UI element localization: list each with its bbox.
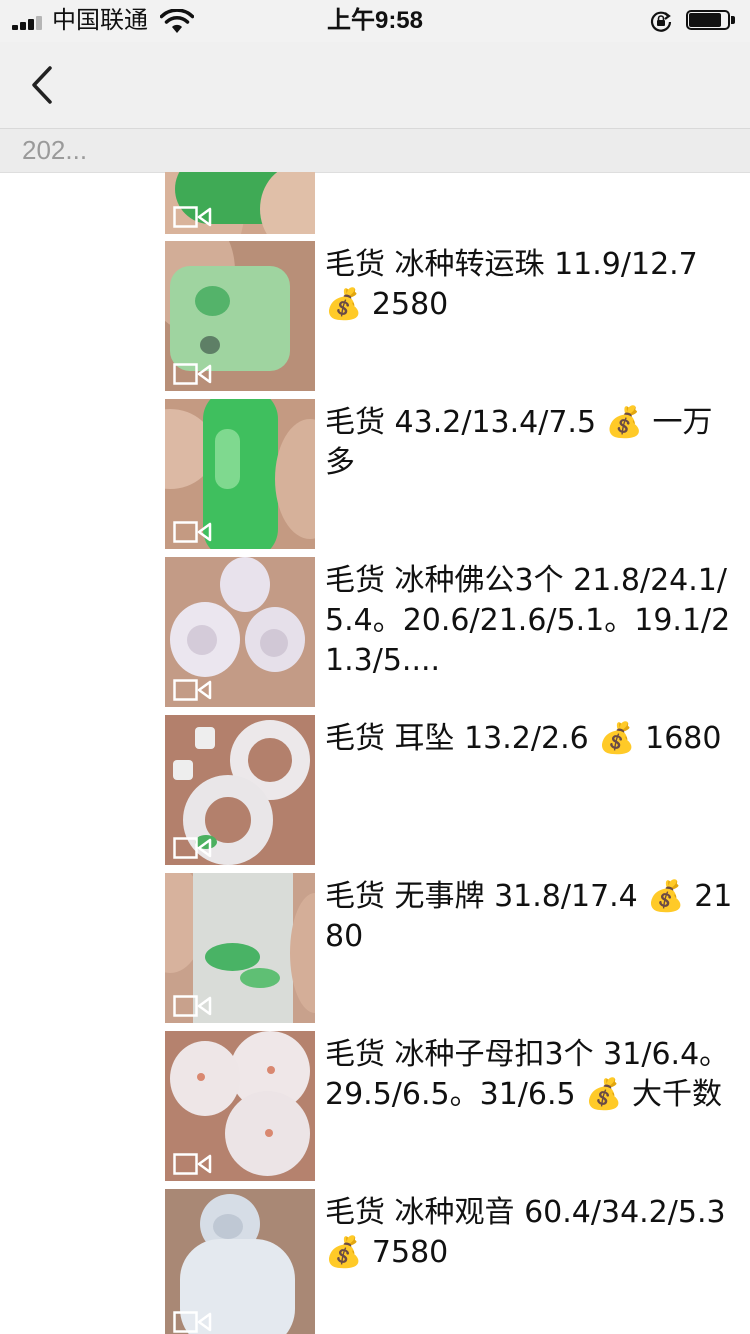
feed-post[interactable]: 毛货 耳坠 13.2/2.6 💰 1680 <box>165 715 750 865</box>
post-thumbnail[interactable] <box>165 873 315 1023</box>
feed-post[interactable]: 毛货 冰种子母扣3个 31/6.4。29.5/6.5。31/6.5 💰 大千数 <box>165 1031 750 1181</box>
video-icon <box>173 995 212 1017</box>
clock: 上午9:58 <box>326 7 424 34</box>
post-thumbnail[interactable] <box>165 1189 315 1334</box>
post-caption: 毛货 43.2/13.4/7.5 💰 一万多 <box>325 405 713 480</box>
video-icon <box>173 679 212 701</box>
post-thumbnail[interactable] <box>165 399 315 549</box>
post-thumbnail[interactable] <box>165 241 315 391</box>
video-icon <box>173 1311 212 1333</box>
post-thumbnail[interactable] <box>165 1031 315 1181</box>
post-caption: 毛货 冰种转运珠 11.9/12.7 💰 2580 <box>325 247 708 322</box>
moments-feed[interactable]: 毛货 冰种转运珠 11.9/12.7 💰 2580 毛货 43.2/13.4/7… <box>0 172 750 1334</box>
date-section-header: 202... <box>0 129 750 173</box>
post-caption: 毛货 冰种子母扣3个 31/6.4。29.5/6.5。31/6.5 💰 大千数 <box>325 1037 730 1112</box>
post-thumbnail[interactable] <box>165 557 315 707</box>
feed-post[interactable] <box>165 172 750 234</box>
video-icon <box>173 363 212 385</box>
post-thumbnail[interactable] <box>165 172 315 234</box>
post-caption: 毛货 无事牌 31.8/17.4 💰 2180 <box>325 879 733 954</box>
date-header-label: 202... <box>22 135 88 165</box>
feed-post[interactable]: 毛货 无事牌 31.8/17.4 💰 2180 <box>165 873 750 1023</box>
feed-post[interactable]: 毛货 43.2/13.4/7.5 💰 一万多 <box>165 399 750 549</box>
feed-post[interactable]: 毛货 冰种观音 60.4/34.2/5.3 💰 7580 <box>165 1189 750 1334</box>
nav-bar <box>0 42 750 129</box>
post-caption: 毛货 耳坠 13.2/2.6 💰 1680 <box>325 721 722 756</box>
video-icon <box>173 206 212 228</box>
post-thumbnail[interactable] <box>165 715 315 865</box>
feed-post[interactable]: 毛货 冰种佛公3个 21.8/24.1/5.4。20.6/21.6/5.1。19… <box>165 557 750 707</box>
post-caption: 毛货 冰种观音 60.4/34.2/5.3 💰 7580 <box>325 1195 736 1270</box>
back-button[interactable] <box>20 62 66 108</box>
feed-post[interactable]: 毛货 冰种转运珠 11.9/12.7 💰 2580 <box>165 241 750 391</box>
battery-icon <box>686 10 736 32</box>
video-icon <box>173 1153 212 1175</box>
rotation-lock-icon <box>650 11 672 32</box>
video-icon <box>173 837 212 859</box>
status-bar: 中国联通 上午9:58 <box>0 0 750 42</box>
post-caption: 毛货 冰种佛公3个 21.8/24.1/5.4。20.6/21.6/5.1。19… <box>325 563 731 678</box>
video-icon <box>173 521 212 543</box>
